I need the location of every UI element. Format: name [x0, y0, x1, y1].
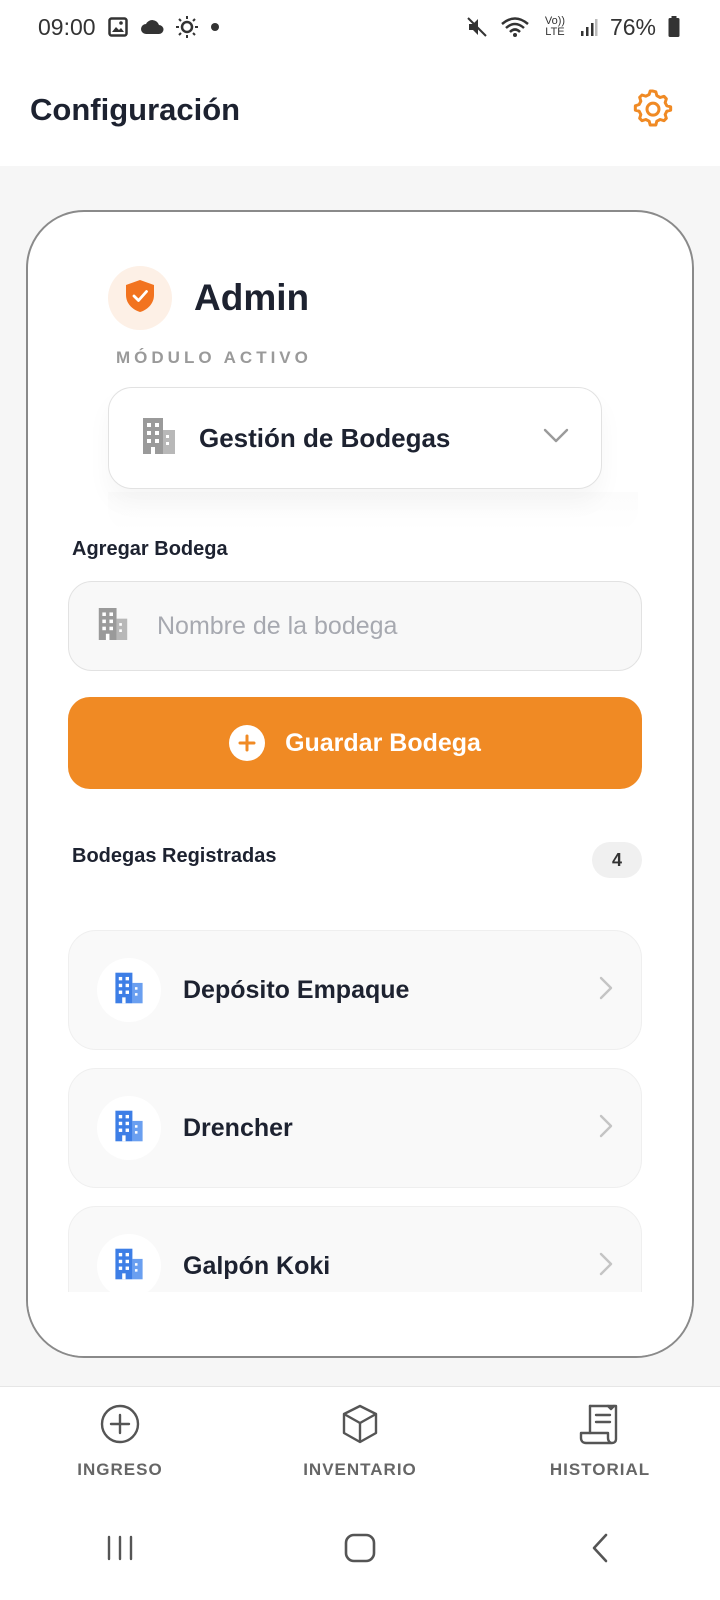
wifi-icon	[500, 16, 530, 38]
warehouse-list: Depósito Empaque Drencher Galpón Koki	[68, 930, 642, 1344]
building-icon	[113, 1109, 145, 1148]
add-section-title: Agregar Bodega	[72, 538, 228, 560]
building-icon	[141, 416, 177, 461]
nav-inventario-label: INVENTARIO	[303, 1460, 417, 1479]
settings-card: Admin MÓDULO ACTIVO Gestión de Bodegas A…	[26, 210, 694, 1358]
recent-apps-icon	[105, 1534, 135, 1567]
warehouse-avatar	[97, 958, 161, 1022]
profile-name: Admin	[194, 277, 310, 318]
mute-icon	[466, 16, 488, 38]
settings-button[interactable]	[630, 87, 676, 133]
nav-historial-label: HISTORIAL	[549, 1460, 651, 1479]
status-right: Vo)) LTE 76%	[466, 14, 680, 41]
chevron-right-icon	[599, 1252, 613, 1281]
status-bar: 09:00 Vo)) LTE 76%	[0, 0, 720, 54]
lte-icon: Vo)) LTE	[542, 16, 568, 38]
battery-icon	[668, 16, 680, 38]
nav-ingreso[interactable]: INGRESO	[30, 1403, 210, 1480]
warehouse-name: Depósito Empaque	[183, 975, 410, 1004]
notification-dot-icon	[210, 22, 220, 32]
warehouse-item[interactable]: Depósito Empaque	[68, 930, 642, 1050]
lte-label: Vo)) LTE	[544, 15, 566, 38]
chevron-right-icon	[599, 1114, 613, 1143]
shield-check-icon	[123, 278, 157, 319]
signal-icon	[580, 17, 598, 37]
nav-ingreso-label: INGRESO	[77, 1460, 163, 1479]
chevron-right-icon	[599, 976, 613, 1005]
warehouse-item[interactable]: Drencher	[68, 1068, 642, 1188]
warehouse-name: Galpón Koki	[183, 1251, 331, 1280]
nav-historial[interactable]: HISTORIAL	[510, 1403, 690, 1480]
status-time: 09:00	[38, 13, 96, 40]
home-icon	[344, 1533, 376, 1568]
module-select-value: Gestión de Bodegas	[199, 422, 451, 453]
chevron-down-icon	[543, 428, 569, 449]
home-button[interactable]	[320, 1520, 400, 1580]
save-warehouse-button[interactable]: Guardar Bodega	[68, 697, 642, 789]
gear-icon	[633, 88, 673, 133]
name-input-container	[68, 581, 642, 671]
avatar	[108, 266, 172, 330]
back-icon	[590, 1533, 610, 1568]
registered-count-badge: 4	[592, 842, 642, 878]
battery-percent: 76%	[609, 13, 656, 40]
building-icon	[113, 971, 145, 1010]
module-caption: MÓDULO ACTIVO	[116, 348, 312, 367]
status-left: 09:00	[38, 14, 220, 41]
cloud-icon	[140, 19, 164, 35]
page-title: Configuración	[30, 92, 241, 127]
module-select-shadow	[108, 492, 638, 532]
plus-circle-icon	[229, 725, 266, 761]
nav-inventario[interactable]: INVENTARIO	[270, 1403, 450, 1480]
building-icon	[97, 606, 129, 647]
module-select[interactable]: Gestión de Bodegas	[108, 387, 602, 489]
list-scroll-mask	[28, 1292, 692, 1356]
plus-circle-icon	[99, 1403, 141, 1450]
registered-section-title: Bodegas Registradas	[72, 845, 277, 867]
box-icon	[339, 1403, 381, 1450]
warehouse-avatar	[97, 1096, 161, 1160]
warehouse-name-input[interactable]	[157, 611, 613, 641]
warehouse-name: Drencher	[183, 1113, 293, 1142]
warehouse-avatar	[97, 1234, 161, 1298]
app-header: Configuración	[0, 54, 720, 166]
recent-apps-button[interactable]	[80, 1520, 160, 1580]
profile-row: Admin	[108, 266, 309, 330]
save-button-label: Guardar Bodega	[285, 728, 481, 757]
back-button[interactable]	[560, 1520, 640, 1580]
image-icon	[107, 17, 128, 37]
system-nav-bar	[0, 1500, 720, 1600]
building-icon	[113, 1247, 145, 1286]
sun-icon	[175, 16, 198, 38]
receipt-icon	[578, 1403, 622, 1450]
bottom-nav: INGRESO INVENTARIO HISTORIAL	[0, 1386, 720, 1486]
